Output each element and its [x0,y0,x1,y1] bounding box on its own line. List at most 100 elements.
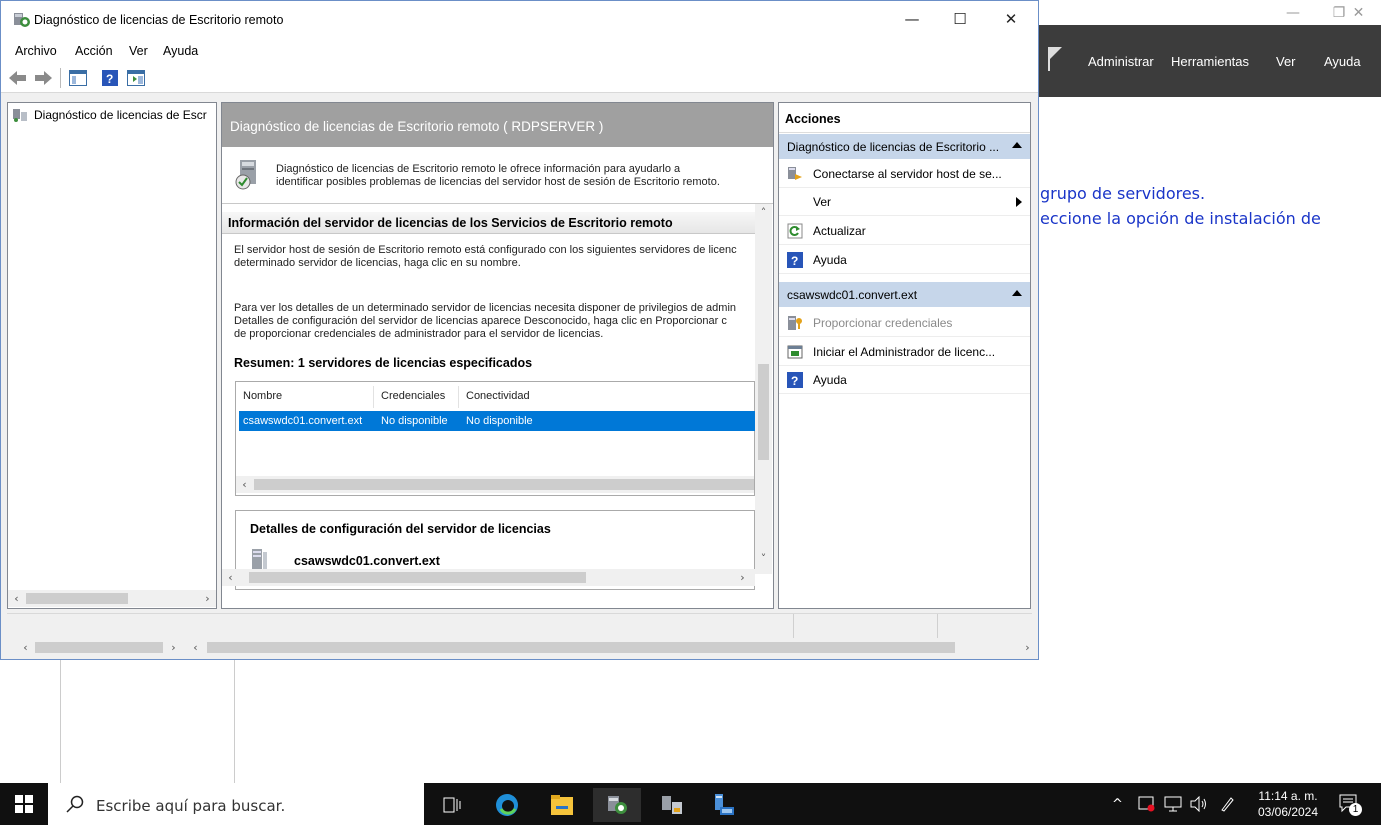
maximize-button[interactable]: ☐ [937,5,983,35]
collapse-icon[interactable] [1012,290,1022,296]
scroll-thumb[interactable] [254,479,754,490]
info-horizontal-scrollbar[interactable]: ‹ › [222,569,755,586]
bg-close-button[interactable]: ✕ [1336,2,1381,24]
scroll-left-arrow-icon[interactable]: ‹ [17,639,34,656]
paragraph-line: Para ver los detalles de un determinado … [234,302,737,314]
bg-menu-herramientas[interactable]: Herramientas [1171,54,1249,69]
notification-center-button[interactable]: 1 [1338,793,1362,817]
server-icon [252,549,267,569]
clock-date: 03/06/2024 [1257,805,1319,819]
scroll-right-arrow-icon[interactable]: › [734,569,751,586]
action-refresh[interactable]: Actualizar [779,217,1030,245]
server-diagnosis-icon [235,160,256,190]
background-horizontal-scrollbars[interactable]: ‹ › ‹ › [7,639,1032,657]
license-manager-icon [787,345,803,359]
task-view-button[interactable] [428,788,476,822]
column-separator[interactable] [373,386,374,408]
window-titlebar[interactable]: Diagnóstico de licencias de Escritorio r… [1,1,1038,39]
scroll-right-arrow-icon[interactable]: › [165,639,182,656]
action-group-server[interactable]: csawswdc01.convert.ext [779,282,1030,307]
column-header-connectivity[interactable]: Conectividad [466,390,530,402]
taskbar-app-licensing-diagnosis[interactable] [593,788,641,822]
column-separator[interactable] [458,386,459,408]
details-server-name: csawswdc01.convert.ext [294,554,440,568]
action-group-licensing[interactable]: Diagnóstico de licencias de Escritorio .… [779,134,1030,159]
list-horizontal-scrollbar[interactable]: ‹ [236,476,754,493]
close-button[interactable]: ✕ [988,5,1034,35]
back-arrow-icon[interactable] [9,69,27,87]
scroll-left-arrow-icon[interactable]: ‹ [8,590,25,607]
notification-flag-icon[interactable] [1048,47,1062,71]
scroll-left-arrow-icon[interactable]: ‹ [236,476,253,493]
action-provide-credentials[interactable]: Proporcionar credenciales [779,309,1030,337]
remote-desktop-icon [715,794,734,815]
action-help-server[interactable]: ? Ayuda [779,366,1030,394]
cell-name: csawswdc01.convert.ext [243,415,363,427]
action-start-license-manager[interactable]: Iniciar el Administrador de licenc... [779,338,1030,366]
scroll-left-arrow-icon[interactable]: ‹ [222,569,239,586]
search-icon [66,795,84,813]
forward-arrow-icon[interactable] [34,69,52,87]
intro-line: Diagnóstico de licencias de Escritorio r… [276,163,681,175]
network-icon[interactable] [1164,796,1182,812]
scroll-right-arrow-icon[interactable]: › [199,590,216,607]
menu-ver[interactable]: Ver [129,44,148,58]
scroll-left-arrow-icon[interactable]: ‹ [187,639,204,656]
minimize-button[interactable]: — [889,5,935,35]
collapse-icon[interactable] [1012,142,1022,148]
taskbar-app-edge[interactable] [483,788,531,822]
bg-link-installation[interactable]: eccione la opción de instalación de [1040,209,1321,228]
paragraph-line: Detalles de configuración del servidor d… [234,315,727,327]
show-hide-action-pane-icon[interactable] [127,69,145,87]
bg-link-server-group[interactable]: grupo de servidores. [1040,184,1205,203]
info-vertical-scrollbar[interactable]: ˄ ˅ [755,204,772,574]
action-group-label: csawswdc01.convert.ext [787,288,918,302]
scroll-down-arrow-icon[interactable]: ˅ [755,550,772,567]
defender-alert-icon[interactable] [1138,796,1156,812]
system-clock[interactable]: 11:14 a. m. 03/06/2024 [1248,788,1328,820]
column-header-credentials[interactable]: Credenciales [381,390,445,402]
show-hidden-icons-icon[interactable]: ^ [1112,797,1123,812]
taskbar-app-server-manager[interactable] [648,788,696,822]
status-divider [937,614,938,638]
scroll-thumb[interactable] [249,572,586,583]
scroll-thumb[interactable] [26,593,128,604]
scroll-thumb[interactable] [758,364,769,460]
menu-accion[interactable]: Acción [75,44,113,58]
tree-item-licensing-diagnosis[interactable]: Diagnóstico de licencias de Escr [12,108,207,122]
tree-horizontal-scrollbar[interactable]: ‹ › [8,590,216,607]
action-label: Actualizar [813,224,866,238]
table-row[interactable]: csawswdc01.convert.ext No disponible No … [239,411,755,431]
scroll-up-arrow-icon[interactable]: ˄ [755,204,772,221]
taskbar-app-rds-manager[interactable] [700,788,748,822]
svg-text:?: ? [106,72,113,86]
credentials-icon [788,316,802,330]
scroll-thumb[interactable] [35,642,163,653]
bg-menu-ayuda[interactable]: Ayuda [1324,54,1361,69]
help-icon[interactable]: ? [101,69,119,87]
action-view[interactable]: Ver [779,188,1030,216]
scroll-thumb[interactable] [207,642,955,653]
menu-ayuda[interactable]: Ayuda [163,44,198,58]
windows-logo-icon [15,795,33,813]
scroll-right-arrow-icon[interactable]: › [1019,639,1036,656]
action-label: Proporcionar credenciales [813,316,953,330]
clock-time: 11:14 a. m. [1258,789,1318,803]
column-header-name[interactable]: Nombre [243,390,282,402]
bg-minimize-button[interactable]: — [1270,2,1316,24]
toolbar-separator [60,68,61,88]
taskbar-app-explorer[interactable] [538,788,586,822]
action-connect-server[interactable]: Conectarse al servidor host de se... [779,160,1030,188]
bg-menu-administrar[interactable]: Administrar [1088,54,1154,69]
action-help[interactable]: ? Ayuda [779,246,1030,274]
volume-icon[interactable] [1190,796,1208,812]
summary-heading: Resumen: 1 servidores de licencias espec… [234,356,533,370]
pen-icon[interactable] [1220,796,1234,812]
license-servers-list[interactable]: Nombre Credenciales Conectividad csawswd… [235,381,755,496]
search-box[interactable]: Escribe aquí para buscar. [48,783,424,825]
bg-menu-ver[interactable]: Ver [1276,54,1296,69]
intro-line: identificar posibles problemas de licenc… [276,176,720,188]
show-hide-tree-icon[interactable] [69,69,87,87]
menu-archivo[interactable]: Archivo [15,44,57,58]
start-button[interactable] [0,783,48,825]
